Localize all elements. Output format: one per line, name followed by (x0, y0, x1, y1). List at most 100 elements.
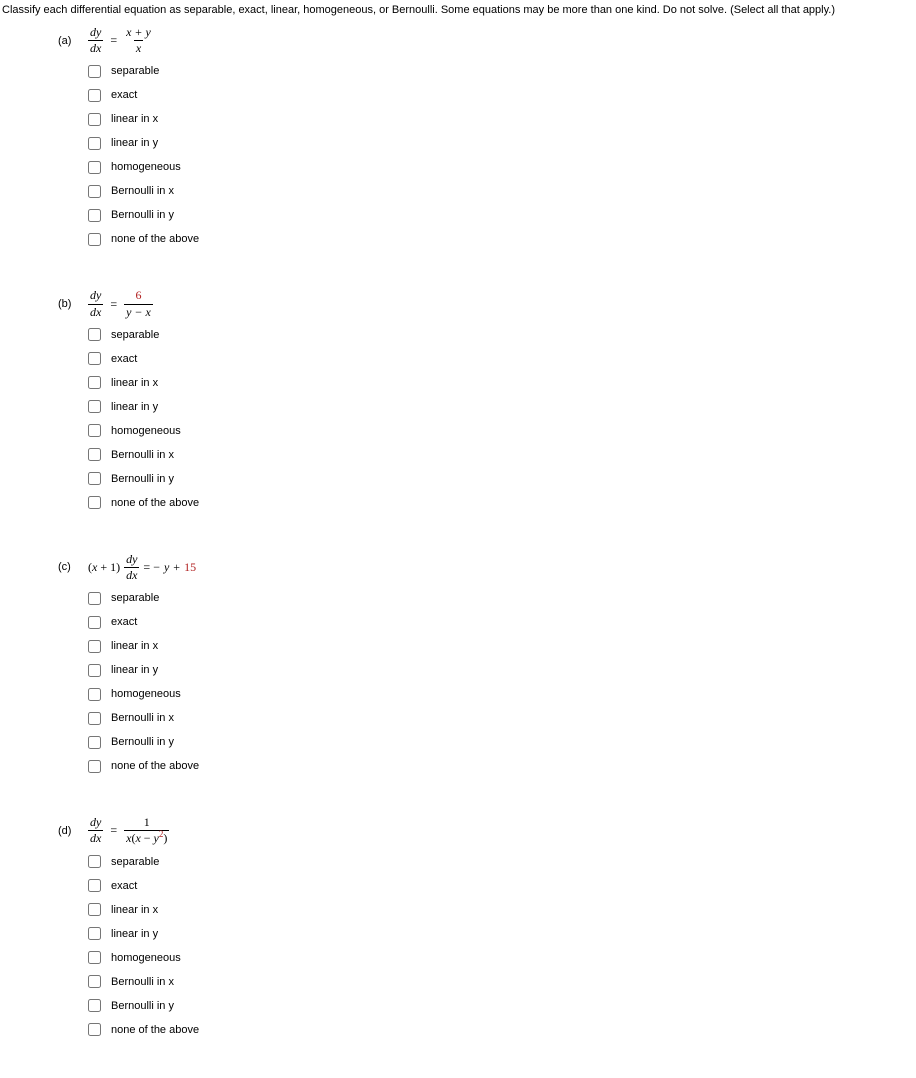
problem-b: (b) dy dx = 6 y − x separable exact line… (58, 287, 916, 514)
denominator: dx (124, 567, 139, 582)
checkbox-linear-x[interactable] (88, 903, 101, 916)
option-linear-y[interactable]: linear in y (88, 922, 916, 946)
option-label: none of the above (111, 233, 199, 245)
problem-c: (c) (x + 1) dy dx = −y + 15 separable ex… (58, 551, 916, 778)
option-exact[interactable]: exact (88, 347, 916, 371)
checkbox-homogeneous[interactable] (88, 424, 101, 437)
checkbox-none[interactable] (88, 233, 101, 246)
option-bernoulli-y[interactable]: Bernoulli in y (88, 203, 916, 227)
option-label: none of the above (111, 760, 199, 772)
checkbox-homogeneous[interactable] (88, 161, 101, 174)
option-linear-y[interactable]: linear in y (88, 395, 916, 419)
option-homogeneous[interactable]: homogeneous (88, 155, 916, 179)
checkbox-bernoulli-x[interactable] (88, 185, 101, 198)
equals-neg: = − (143, 560, 160, 575)
option-homogeneous[interactable]: homogeneous (88, 419, 916, 443)
checkbox-bernoulli-x[interactable] (88, 712, 101, 725)
option-linear-x[interactable]: linear in x (88, 898, 916, 922)
option-bernoulli-x[interactable]: Bernoulli in x (88, 179, 916, 203)
checkbox-none[interactable] (88, 1023, 101, 1036)
checkbox-linear-y[interactable] (88, 664, 101, 677)
numerator: x + y (124, 26, 153, 40)
option-none[interactable]: none of the above (88, 1018, 916, 1042)
checkbox-exact[interactable] (88, 352, 101, 365)
checkbox-separable[interactable] (88, 592, 101, 605)
option-bernoulli-y[interactable]: Bernoulli in y (88, 730, 916, 754)
fraction-dy-dx: dy dx (88, 289, 103, 318)
option-none[interactable]: none of the above (88, 754, 916, 778)
checkbox-separable[interactable] (88, 328, 101, 341)
checkbox-bernoulli-y[interactable] (88, 736, 101, 749)
checkbox-linear-y[interactable] (88, 927, 101, 940)
checkbox-linear-y[interactable] (88, 400, 101, 413)
option-separable[interactable]: separable (88, 59, 916, 83)
problem-d: (d) dy dx = 1 x(x − y2) separable exact … (58, 814, 916, 1041)
checkbox-bernoulli-y[interactable] (88, 472, 101, 485)
option-linear-x[interactable]: linear in x (88, 371, 916, 395)
option-label: Bernoulli in x (111, 712, 174, 724)
problem-d-options: separable exact linear in x linear in y … (88, 850, 916, 1042)
option-none[interactable]: none of the above (88, 491, 916, 515)
option-linear-x[interactable]: linear in x (88, 634, 916, 658)
option-bernoulli-x[interactable]: Bernoulli in x (88, 706, 916, 730)
option-exact[interactable]: exact (88, 874, 916, 898)
numerator: dy (88, 26, 103, 40)
checkbox-none[interactable] (88, 496, 101, 509)
checkbox-bernoulli-x[interactable] (88, 975, 101, 988)
option-label: exact (111, 353, 137, 365)
option-label: linear in x (111, 904, 158, 916)
checkbox-bernoulli-y[interactable] (88, 209, 101, 222)
option-label: Bernoulli in y (111, 1000, 174, 1012)
denominator: x (134, 40, 143, 55)
option-linear-y[interactable]: linear in y (88, 658, 916, 682)
y-term: y (164, 560, 169, 575)
option-label: homogeneous (111, 688, 181, 700)
option-label: homogeneous (111, 952, 181, 964)
problem-a-options: separable exact linear in x linear in y … (88, 59, 916, 251)
checkbox-bernoulli-x[interactable] (88, 448, 101, 461)
plus: + (173, 560, 180, 575)
problem-d-label: (d) (58, 825, 88, 837)
option-bernoulli-x[interactable]: Bernoulli in x (88, 970, 916, 994)
checkbox-linear-x[interactable] (88, 113, 101, 126)
problems-container: (a) dy dx = x + y x separable exact line… (0, 24, 916, 1042)
checkbox-exact[interactable] (88, 616, 101, 629)
option-separable[interactable]: separable (88, 323, 916, 347)
option-label: Bernoulli in y (111, 473, 174, 485)
equals-sign: = (107, 297, 120, 312)
option-separable[interactable]: separable (88, 586, 916, 610)
checkbox-bernoulli-y[interactable] (88, 999, 101, 1012)
checkbox-linear-x[interactable] (88, 640, 101, 653)
checkbox-linear-y[interactable] (88, 137, 101, 150)
option-bernoulli-x[interactable]: Bernoulli in x (88, 443, 916, 467)
option-label: linear in y (111, 137, 158, 149)
option-bernoulli-y[interactable]: Bernoulli in y (88, 994, 916, 1018)
checkbox-homogeneous[interactable] (88, 688, 101, 701)
checkbox-exact[interactable] (88, 879, 101, 892)
option-bernoulli-y[interactable]: Bernoulli in y (88, 467, 916, 491)
option-label: none of the above (111, 497, 199, 509)
option-label: separable (111, 329, 159, 341)
numerator: 6 (133, 289, 143, 303)
problem-b-label: (b) (58, 298, 88, 310)
option-label: linear in x (111, 377, 158, 389)
option-label: Bernoulli in x (111, 185, 174, 197)
checkbox-exact[interactable] (88, 89, 101, 102)
checkbox-separable[interactable] (88, 855, 101, 868)
option-homogeneous[interactable]: homogeneous (88, 946, 916, 970)
option-linear-x[interactable]: linear in x (88, 107, 916, 131)
fraction-rhs: 6 y − x (124, 289, 153, 318)
checkbox-none[interactable] (88, 760, 101, 773)
option-homogeneous[interactable]: homogeneous (88, 682, 916, 706)
checkbox-homogeneous[interactable] (88, 951, 101, 964)
option-none[interactable]: none of the above (88, 227, 916, 251)
option-linear-y[interactable]: linear in y (88, 131, 916, 155)
problem-c-options: separable exact linear in x linear in y … (88, 586, 916, 778)
checkbox-separable[interactable] (88, 65, 101, 78)
option-exact[interactable]: exact (88, 610, 916, 634)
checkbox-linear-x[interactable] (88, 376, 101, 389)
option-exact[interactable]: exact (88, 83, 916, 107)
problem-c-equation: (x + 1) dy dx = −y + 15 (88, 551, 196, 584)
option-separable[interactable]: separable (88, 850, 916, 874)
option-label: Bernoulli in y (111, 736, 174, 748)
